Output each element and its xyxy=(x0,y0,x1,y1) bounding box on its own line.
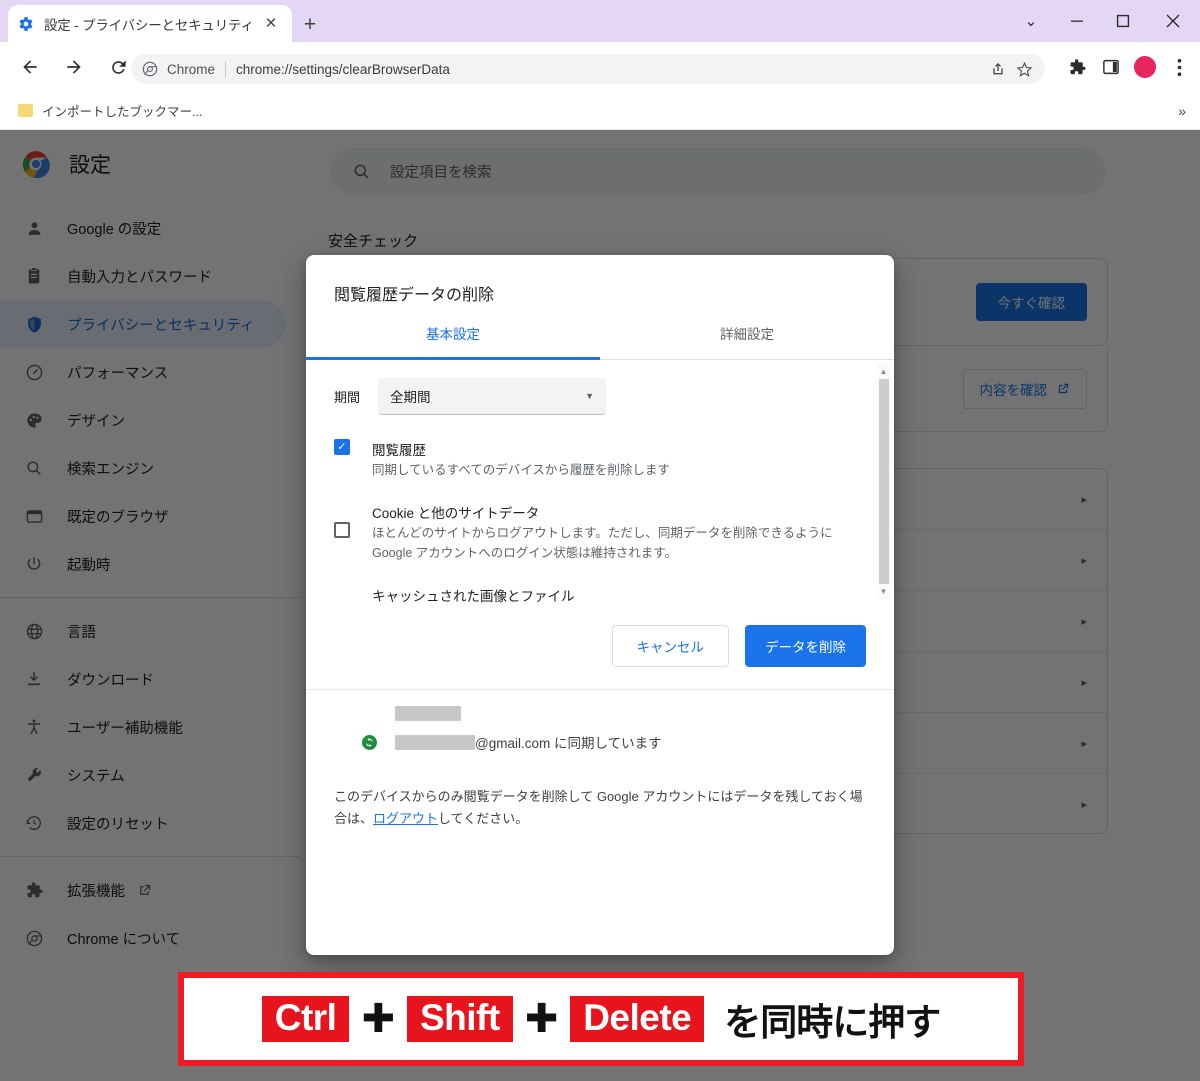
avatar xyxy=(334,707,378,751)
option-title: キャッシュされた画像とファイル xyxy=(372,585,850,603)
dialog-title: 閲覧履歴データの削除 xyxy=(306,255,894,323)
check-icon: ✓ xyxy=(337,442,346,453)
address-bar[interactable]: Chrome chrome://settings/clearBrowserDat… xyxy=(131,54,1045,84)
side-panel-icon[interactable] xyxy=(1094,50,1128,84)
settings-gear-icon xyxy=(18,16,34,32)
sync-text: @gmail.com に同期しています xyxy=(395,706,866,752)
browser-window: 設定 - プライバシーとセキュリティ ✕ + ⌄ xyxy=(0,0,1200,1081)
delete-data-button[interactable]: データを削除 xyxy=(745,625,866,667)
folder-icon xyxy=(18,104,33,117)
window-controls: ⌄ xyxy=(1008,0,1200,42)
bookmark-label: インポートしたブックマー... xyxy=(42,101,202,120)
key-delete: Delete xyxy=(570,996,704,1043)
tab-strip: 設定 - プライバシーとセキュリティ ✕ + ⌄ xyxy=(0,0,1200,42)
dialog-scroll-area: 期間 全期間 ▼ ✓ 閲覧履歴 同期しているすべてのデバイスから履歴を削除します xyxy=(306,360,894,603)
back-button[interactable] xyxy=(12,49,48,85)
minimize-button[interactable] xyxy=(1054,0,1100,42)
tab-advanced[interactable]: 詳細設定 xyxy=(600,323,894,359)
tab-title: 設定 - プライバシーとセキュリティ xyxy=(44,14,260,34)
chrome-logo-icon xyxy=(142,61,158,77)
account-email-line: @gmail.com に同期しています xyxy=(395,732,866,752)
omnibox-divider xyxy=(225,61,226,77)
omnibox-url: chrome://settings/clearBrowserData xyxy=(236,62,985,77)
account-name-redacted xyxy=(395,706,866,724)
time-range-value: 全期間 xyxy=(390,386,585,406)
option-cookies: Cookie と他のサイトデータ ほとんどのサイトからログアウトします。ただし、… xyxy=(334,502,850,563)
sync-email-suffix: @gmail.com に同期しています xyxy=(475,736,662,751)
clear-browsing-data-dialog: 閲覧履歴データの削除 基本設定 詳細設定 期間 全期間 ▼ ✓ xyxy=(306,255,894,955)
option-description: ほとんどのサイトからログアウトします。ただし、同期データを削除できるように Go… xyxy=(372,524,850,563)
time-range-label: 期間 xyxy=(334,387,360,406)
omnibox-scheme: Chrome xyxy=(167,62,215,77)
tab-basic[interactable]: 基本設定 xyxy=(306,323,600,359)
forward-button[interactable] xyxy=(56,49,92,85)
footer-part2: してください。 xyxy=(438,811,528,826)
option-description: 同期しているすべてのデバイスから履歴を削除します xyxy=(372,461,850,480)
dialog-body: 期間 全期間 ▼ ✓ 閲覧履歴 同期しているすべてのデバイスから履歴を削除します xyxy=(306,360,894,603)
option-title: 閲覧履歴 xyxy=(372,439,850,459)
plus-icon: ✚ xyxy=(525,999,559,1039)
scroll-up-arrow-icon[interactable]: ▲ xyxy=(877,364,890,379)
toolbar-actions xyxy=(1060,50,1196,84)
bookmarks-bar: インポートしたブックマー... » xyxy=(0,92,1200,130)
share-icon[interactable] xyxy=(985,56,1011,82)
sync-info-row: @gmail.com に同期しています xyxy=(306,689,894,770)
shortcut-annotation-banner: Ctrl ✚ Shift ✚ Delete を同時に押す xyxy=(178,972,1024,1066)
maximize-button[interactable] xyxy=(1100,0,1146,42)
dialog-tabs: 基本設定 詳細設定 xyxy=(306,323,894,360)
close-window-button[interactable] xyxy=(1146,0,1200,42)
dialog-footer: このデバイスからのみ閲覧データを削除して Google アカウントにはデータを残… xyxy=(306,770,894,851)
time-range-row: 期間 全期間 ▼ xyxy=(334,378,850,415)
close-icon[interactable]: ✕ xyxy=(260,13,282,35)
chrome-menu-icon[interactable] xyxy=(1162,50,1196,84)
time-range-select[interactable]: 全期間 ▼ xyxy=(378,378,606,415)
sync-icon xyxy=(360,733,379,752)
option-browsing-history: ✓ 閲覧履歴 同期しているすべてのデバイスから履歴を削除します xyxy=(334,439,850,480)
scroll-down-arrow-icon[interactable]: ▼ xyxy=(877,584,890,599)
chevron-down-icon: ▼ xyxy=(585,391,594,401)
bookmarks-overflow-icon[interactable]: » xyxy=(1178,103,1186,119)
signout-link[interactable]: ログアウト xyxy=(373,811,438,826)
checkbox-browsing-history[interactable]: ✓ xyxy=(334,439,350,455)
bookmark-item[interactable]: インポートしたブックマー... xyxy=(12,98,208,123)
cancel-button[interactable]: キャンセル xyxy=(612,625,730,667)
bookmark-star-icon[interactable] xyxy=(1011,56,1037,82)
banner-instruction-text: を同時に押す xyxy=(724,992,940,1046)
plus-icon: ✚ xyxy=(361,999,395,1039)
dialog-scrollbar[interactable]: ▲ ▼ xyxy=(877,364,890,599)
browser-tab[interactable]: 設定 - プライバシーとセキュリティ ✕ xyxy=(8,5,292,42)
key-ctrl: Ctrl xyxy=(262,996,350,1043)
option-title: Cookie と他のサイトデータ xyxy=(372,502,850,522)
collapse-icon[interactable]: ⌄ xyxy=(1008,0,1054,42)
option-cache: ✓ キャッシュされた画像とファイル 320 MB を解放します。サイトによっては… xyxy=(334,585,850,603)
dialog-actions: キャンセル データを削除 xyxy=(306,603,894,689)
new-tab-button[interactable]: + xyxy=(296,10,324,38)
scrollbar-thumb[interactable] xyxy=(879,379,889,584)
profile-avatar[interactable] xyxy=(1128,50,1162,84)
key-shift: Shift xyxy=(407,996,513,1043)
extensions-icon[interactable] xyxy=(1060,50,1094,84)
checkbox-cookies[interactable] xyxy=(334,522,350,538)
